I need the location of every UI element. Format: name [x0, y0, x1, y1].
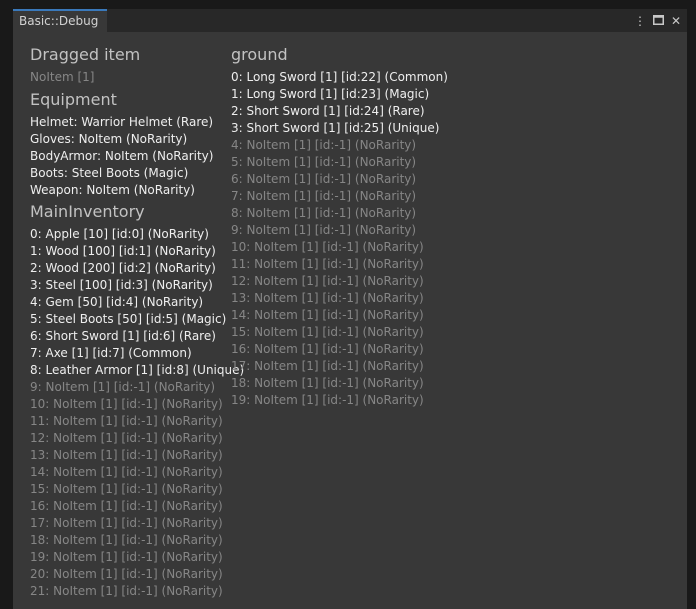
tab-label: Basic::Debug [19, 14, 99, 28]
ground-slot: 3: Short Sword [1] [id:25] (Unique) [231, 121, 440, 135]
close-icon[interactable]: ✕ [669, 13, 683, 29]
inventory-slot: 5: Steel Boots [50] [id:5] (Magic) [30, 312, 227, 326]
ground-slot: 19: NoItem [1] [id:-1] (NoRarity) [231, 393, 424, 407]
ground-slot: 1: Long Sword [1] [id:23] (Magic) [231, 87, 430, 101]
inventory-slot: 18: NoItem [1] [id:-1] (NoRarity) [30, 533, 223, 547]
equipment-slot: Weapon: NoItem (NoRarity) [30, 183, 195, 197]
inventory-slot: 7: Axe [1] [id:7] (Common) [30, 346, 192, 360]
inventory-slot: 10: NoItem [1] [id:-1] (NoRarity) [30, 397, 223, 411]
ground-slot: 7: NoItem [1] [id:-1] (NoRarity) [231, 189, 417, 203]
left-column: Dragged item NoItem [1] Equipment Helmet… [30, 45, 244, 600]
ground-slot: 9: NoItem [1] [id:-1] (NoRarity) [231, 223, 417, 237]
inventory-slot: 1: Wood [100] [id:1] (NoRarity) [30, 244, 216, 258]
inventory-slot: 14: NoItem [1] [id:-1] (NoRarity) [30, 465, 223, 479]
inventory-slot: 13: NoItem [1] [id:-1] (NoRarity) [30, 448, 223, 462]
inventory-slot: 11: NoItem [1] [id:-1] (NoRarity) [30, 414, 223, 428]
debug-window: Basic::Debug ⋮ ✕ Dragged item NoItem [1]… [13, 9, 687, 609]
ground-slot: 4: NoItem [1] [id:-1] (NoRarity) [231, 138, 417, 152]
ground-slot: 12: NoItem [1] [id:-1] (NoRarity) [231, 274, 424, 288]
ground-slot: 11: NoItem [1] [id:-1] (NoRarity) [231, 257, 424, 271]
ground-slot: 2: Short Sword [1] [id:24] (Rare) [231, 104, 425, 118]
equipment-slot: Gloves: NoItem (NoRarity) [30, 132, 188, 146]
ground-slot: 8: NoItem [1] [id:-1] (NoRarity) [231, 206, 417, 220]
tab-basic-debug[interactable]: Basic::Debug [13, 9, 107, 32]
window-controls: ⋮ ✕ [633, 9, 683, 32]
inventory-slot: 12: NoItem [1] [id:-1] (NoRarity) [30, 431, 223, 445]
inventory-slot: 0: Apple [10] [id:0] (NoRarity) [30, 227, 209, 241]
inventory-slot: 2: Wood [200] [id:2] (NoRarity) [30, 261, 216, 275]
ground-slot: 16: NoItem [1] [id:-1] (NoRarity) [231, 342, 424, 356]
inventory-slot: 8: Leather Armor [1] [id:8] (Unique) [30, 363, 245, 377]
ground-slot: 15: NoItem [1] [id:-1] (NoRarity) [231, 325, 424, 339]
inventory-slot: 20: NoItem [1] [id:-1] (NoRarity) [30, 567, 223, 581]
ground-slot: 0: Long Sword [1] [id:22] (Common) [231, 70, 448, 84]
main-inventory-list: 0: Apple [10] [id:0] (NoRarity) 1: Wood [… [30, 226, 244, 600]
dragged-item-title: Dragged item [30, 45, 141, 64]
ground-slot: 6: NoItem [1] [id:-1] (NoRarity) [231, 172, 417, 186]
inventory-slot: 4: Gem [50] [id:4] (NoRarity) [30, 295, 204, 309]
inventory-slot: 15: NoItem [1] [id:-1] (NoRarity) [30, 482, 223, 496]
ground-list: 0: Long Sword [1] [id:22] (Common) 1: Lon… [231, 69, 448, 409]
equipment-slot: Boots: Steel Boots (Magic) [30, 166, 189, 180]
inventory-slot: 16: NoItem [1] [id:-1] (NoRarity) [30, 499, 223, 513]
ground-title: ground [231, 45, 288, 64]
equipment-slot: BodyArmor: NoItem (NoRarity) [30, 149, 214, 163]
debug-content: Dragged item NoItem [1] Equipment Helmet… [13, 32, 687, 609]
inventory-slot: 6: Short Sword [1] [id:6] (Rare) [30, 329, 216, 343]
menu-icon[interactable]: ⋮ [633, 13, 647, 29]
inventory-slot: 17: NoItem [1] [id:-1] (NoRarity) [30, 516, 223, 530]
right-column: ground 0: Long Sword [1] [id:22] (Common… [231, 45, 448, 409]
dragged-item-value: NoItem [1] [30, 70, 95, 84]
equipment-slot: Helmet: Warrior Helmet (Rare) [30, 115, 214, 129]
inventory-slot: 19: NoItem [1] [id:-1] (NoRarity) [30, 550, 223, 564]
maximize-icon[interactable] [651, 13, 665, 29]
main-inventory-title: MainInventory [30, 202, 145, 221]
ground-slot: 5: NoItem [1] [id:-1] (NoRarity) [231, 155, 417, 169]
ground-slot: 13: NoItem [1] [id:-1] (NoRarity) [231, 291, 424, 305]
inventory-slot: 21: NoItem [1] [id:-1] (NoRarity) [30, 584, 223, 598]
equipment-title: Equipment [30, 90, 117, 109]
ground-slot: 10: NoItem [1] [id:-1] (NoRarity) [231, 240, 424, 254]
inventory-slot: 3: Steel [100] [id:3] (NoRarity) [30, 278, 213, 292]
ground-slot: 14: NoItem [1] [id:-1] (NoRarity) [231, 308, 424, 322]
inventory-slot: 9: NoItem [1] [id:-1] (NoRarity) [30, 380, 216, 394]
equipment-list: Helmet: Warrior Helmet (Rare) Gloves: NoI… [30, 114, 244, 199]
ground-slot: 17: NoItem [1] [id:-1] (NoRarity) [231, 359, 424, 373]
ground-slot: 18: NoItem [1] [id:-1] (NoRarity) [231, 376, 424, 390]
tab-bar: Basic::Debug ⋮ ✕ [13, 9, 687, 32]
